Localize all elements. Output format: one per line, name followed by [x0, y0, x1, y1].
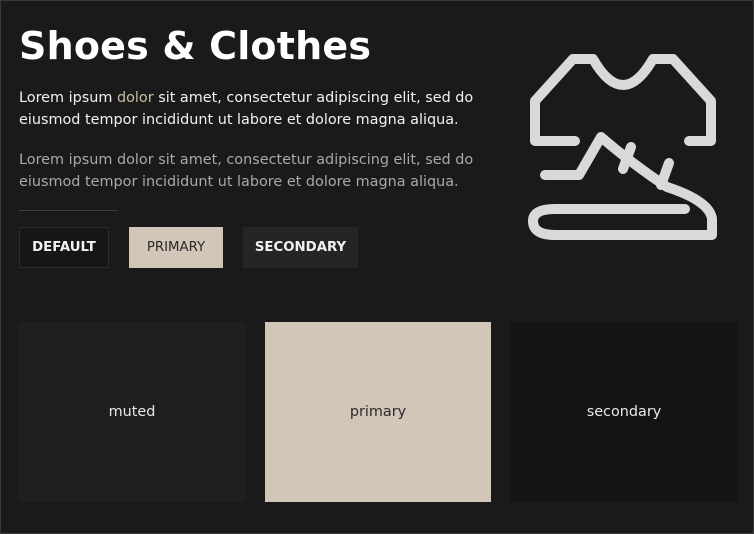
muted-card-label: muted — [108, 404, 156, 420]
page-title: Shoes & Clothes — [19, 24, 372, 68]
muted-card: muted — [19, 322, 245, 502]
primary-card: primary — [265, 322, 491, 502]
primary-button[interactable]: PRIMARY — [129, 227, 223, 268]
muted-paragraph: Lorem ipsum dolor sit amet, consectetur … — [19, 152, 474, 190]
secondary-button[interactable]: SECONDARY — [243, 227, 358, 268]
divider — [19, 210, 118, 211]
intro-paragraph: Lorem ipsum dolor sit amet, consectetur … — [19, 87, 489, 131]
intro-text-start: Lorem ipsum — [19, 90, 117, 106]
default-button[interactable]: DEFAULT — [19, 227, 109, 268]
primary-card-label: primary — [349, 404, 407, 420]
secondary-card-label: secondary — [586, 404, 662, 420]
intro-highlight-link[interactable]: dolor — [117, 90, 154, 106]
page-frame: Shoes & Clothes Lorem ipsum dolor sit am… — [0, 0, 754, 534]
shoes-clothes-icon — [528, 54, 717, 240]
secondary-card: secondary — [511, 322, 737, 502]
